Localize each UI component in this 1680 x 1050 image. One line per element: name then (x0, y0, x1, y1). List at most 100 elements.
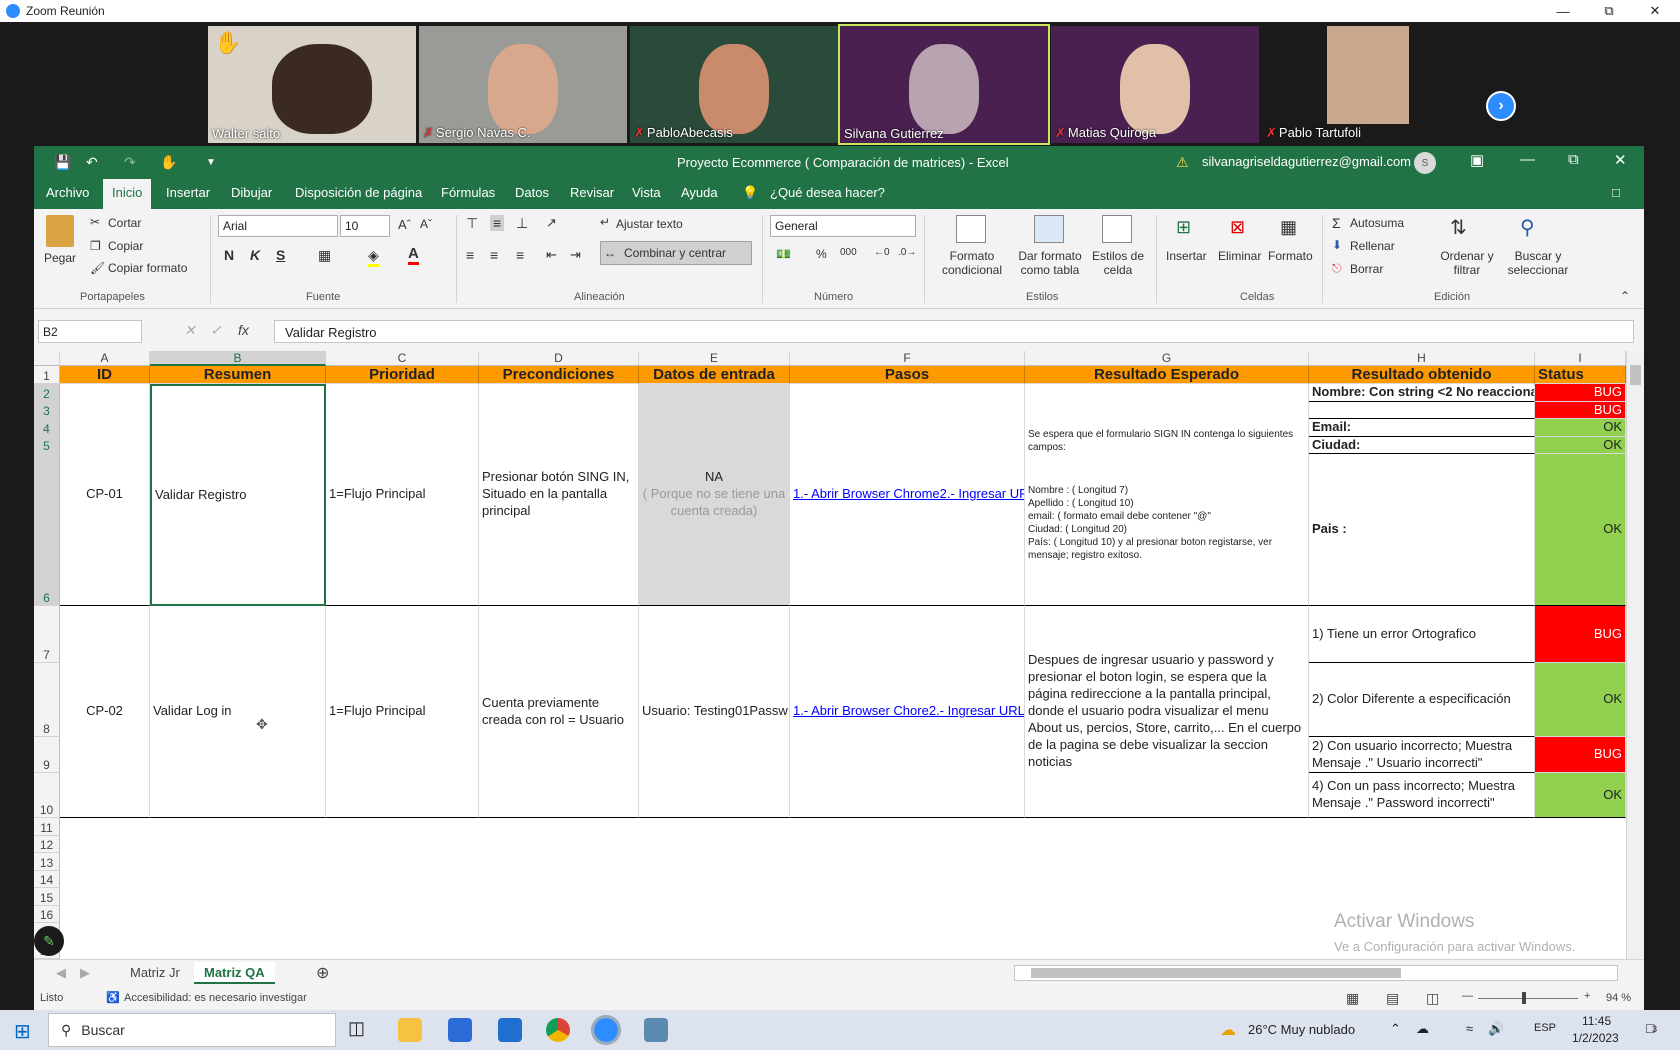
close-icon[interactable]: ✕ (1632, 0, 1678, 22)
clock-time[interactable]: 11:45 (1582, 1014, 1611, 1028)
function-icon[interactable]: fx (238, 322, 249, 338)
store-icon[interactable] (448, 1018, 472, 1042)
decrease-decimal-icon[interactable]: .0→ (898, 247, 916, 258)
autosum-button[interactable]: Autosuma (1350, 216, 1404, 230)
touch-mode-icon[interactable]: ✋ (160, 154, 177, 171)
grow-font-icon[interactable]: Aˆ (398, 217, 411, 232)
participant-tile[interactable]: ✋ Walter salto (208, 26, 416, 143)
minimize-icon[interactable]: — (1520, 151, 1535, 168)
formula-input[interactable]: Validar Registro (274, 320, 1634, 343)
cp02-obtenido-cell[interactable]: 1) Tiene un error Ortografico (1309, 606, 1535, 663)
row-header[interactable]: 3 (34, 402, 60, 419)
align-bottom-icon[interactable]: ⊥ (516, 215, 528, 232)
tab-disposicion[interactable]: Disposición de página (295, 185, 422, 200)
name-box[interactable]: B2 (38, 320, 142, 343)
avatar[interactable]: S (1414, 152, 1436, 174)
clear-button[interactable]: Borrar (1350, 262, 1383, 276)
scroll-thumb[interactable] (1031, 968, 1401, 978)
status-badge[interactable]: BUG (1535, 402, 1626, 419)
cp01-datos-cell[interactable]: NA ( Porque no se tiene una cuenta cread… (639, 384, 790, 606)
format-painter-button[interactable]: Copiar formato (108, 261, 187, 275)
row-header[interactable]: 14 (34, 871, 60, 888)
shrink-font-icon[interactable]: Aˇ (420, 217, 432, 231)
network-icon[interactable]: ☁ (1416, 1021, 1429, 1037)
row-header[interactable]: 9 (34, 737, 60, 773)
tab-dibujar[interactable]: Dibujar (231, 185, 272, 200)
next-page-button[interactable]: › (1486, 91, 1516, 121)
close-icon[interactable]: ✕ (1614, 151, 1627, 169)
align-center-icon[interactable]: ≡ (490, 247, 498, 263)
row-header[interactable]: 8 (34, 663, 60, 737)
participant-tile[interactable]: ✗ Matias Quiroga (1051, 26, 1259, 143)
tell-me-search[interactable]: ¿Qué desea hacer? (770, 185, 885, 200)
column-header[interactable]: C (326, 351, 479, 366)
font-size-select[interactable]: 10 (340, 215, 390, 237)
zoom-app-icon[interactable] (591, 1015, 621, 1045)
column-header[interactable]: E (639, 351, 790, 366)
status-badge[interactable]: BUG (1535, 606, 1626, 663)
cp02-pasos-link[interactable]: 1.- Abrir Browser Chore2.- Ingresar URL (793, 703, 1024, 720)
taskbar-search[interactable]: ⚲ Buscar (48, 1013, 336, 1047)
row-header[interactable]: 4 (34, 419, 60, 437)
borders-icon[interactable]: ▦ (318, 247, 331, 264)
minimize-icon[interactable]: — (1540, 0, 1586, 22)
tab-archivo[interactable]: Archivo (46, 185, 89, 200)
cp01-obtenido-cell[interactable]: Email: (1309, 419, 1535, 437)
row-header[interactable]: 10 (34, 773, 60, 818)
weather-text[interactable]: 26°C Muy nublado (1248, 1022, 1355, 1037)
status-badge[interactable]: OK (1535, 419, 1626, 437)
merge-center-button[interactable]: Combinar y centrar (624, 246, 726, 260)
column-header[interactable]: F (790, 351, 1025, 366)
column-header[interactable]: A (60, 351, 150, 366)
decrease-indent-icon[interactable]: ⇤ (546, 247, 557, 263)
collapse-ribbon-icon[interactable]: ⌃ (1620, 289, 1630, 303)
format-cells-button[interactable]: Formato (1268, 249, 1313, 263)
page-break-icon[interactable]: ◫ (1426, 990, 1439, 1007)
header-cell[interactable]: Datos de entrada (639, 366, 790, 384)
row-header[interactable]: 11 (34, 818, 60, 836)
column-header[interactable]: I (1535, 351, 1626, 366)
status-badge[interactable]: OK (1535, 663, 1626, 737)
copy-button[interactable]: Copiar (108, 239, 143, 253)
accessibility-status[interactable]: Accesibilidad: es necesario investigar (124, 992, 307, 1004)
status-badge[interactable]: BUG (1535, 384, 1626, 402)
fill-color-icon[interactable]: ◈ (368, 247, 379, 267)
insert-cells-button[interactable]: Insertar (1166, 249, 1207, 263)
cp01-precondiciones-cell[interactable]: Presionar botón SING IN, Situado en la p… (479, 384, 639, 606)
cp02-precondiciones-cell[interactable]: Cuenta previamente creada con rol = Usua… (479, 606, 639, 818)
cp01-pasos-link[interactable]: 1.- Abrir Browser Chrome2.- Ingresar URL (793, 486, 1024, 503)
sheet-tab-matriz-qa[interactable]: Matriz QA (194, 962, 275, 984)
restore-icon[interactable]: ⧉ (1568, 151, 1579, 168)
next-sheet-icon[interactable]: ▶ (70, 962, 100, 984)
status-badge[interactable]: OK (1535, 437, 1626, 454)
cp01-obtenido-cell[interactable]: Nombre: Con string <2 No reacciona (1309, 384, 1535, 402)
cp02-obtenido-cell[interactable]: 2) Con usuario incorrecto; Muestra Mensa… (1309, 737, 1535, 773)
tab-inicio[interactable]: Inicio (103, 179, 152, 209)
vertical-scrollbar[interactable] (1626, 351, 1644, 959)
align-middle-icon[interactable]: ≡ (490, 215, 505, 231)
cp02-obtenido-cell[interactable]: 4) Con un pass incorrecto; Muestra Mensa… (1309, 773, 1535, 818)
windows-start-icon[interactable]: ⊞ (14, 1019, 31, 1044)
cp02-datos-cell[interactable]: Usuario: Testing01Passw (639, 606, 790, 818)
participant-tile[interactable]: ✗ Pablo Tartufoli (1262, 26, 1470, 143)
cp01-resumen-cell[interactable]: Validar Registro (150, 384, 326, 606)
save-icon[interactable]: 💾 (54, 154, 71, 171)
number-format-select[interactable]: General (770, 215, 916, 237)
tab-vista[interactable]: Vista (632, 185, 661, 200)
status-badge[interactable]: OK (1535, 773, 1626, 818)
tab-revisar[interactable]: Revisar (570, 185, 614, 200)
column-header[interactable]: D (479, 351, 639, 366)
column-header[interactable]: G (1025, 351, 1309, 366)
align-right-icon[interactable]: ≡ (516, 247, 524, 263)
row-header[interactable]: 16 (34, 906, 60, 923)
header-cell[interactable]: Prioridad (326, 366, 479, 384)
cp01-id-cell[interactable]: CP-01 (60, 384, 150, 606)
paste-icon[interactable] (46, 215, 74, 247)
scroll-thumb[interactable] (1630, 365, 1641, 385)
zoom-in-icon[interactable]: + (1584, 990, 1590, 1002)
increase-indent-icon[interactable]: ⇥ (570, 247, 581, 263)
thousands-icon[interactable]: 000 (840, 247, 857, 258)
header-cell[interactable]: Resumen (150, 366, 326, 384)
participant-tile[interactable]: ✗ PabloAbecasis (630, 26, 838, 143)
orientation-icon[interactable]: ↗ (546, 215, 557, 231)
